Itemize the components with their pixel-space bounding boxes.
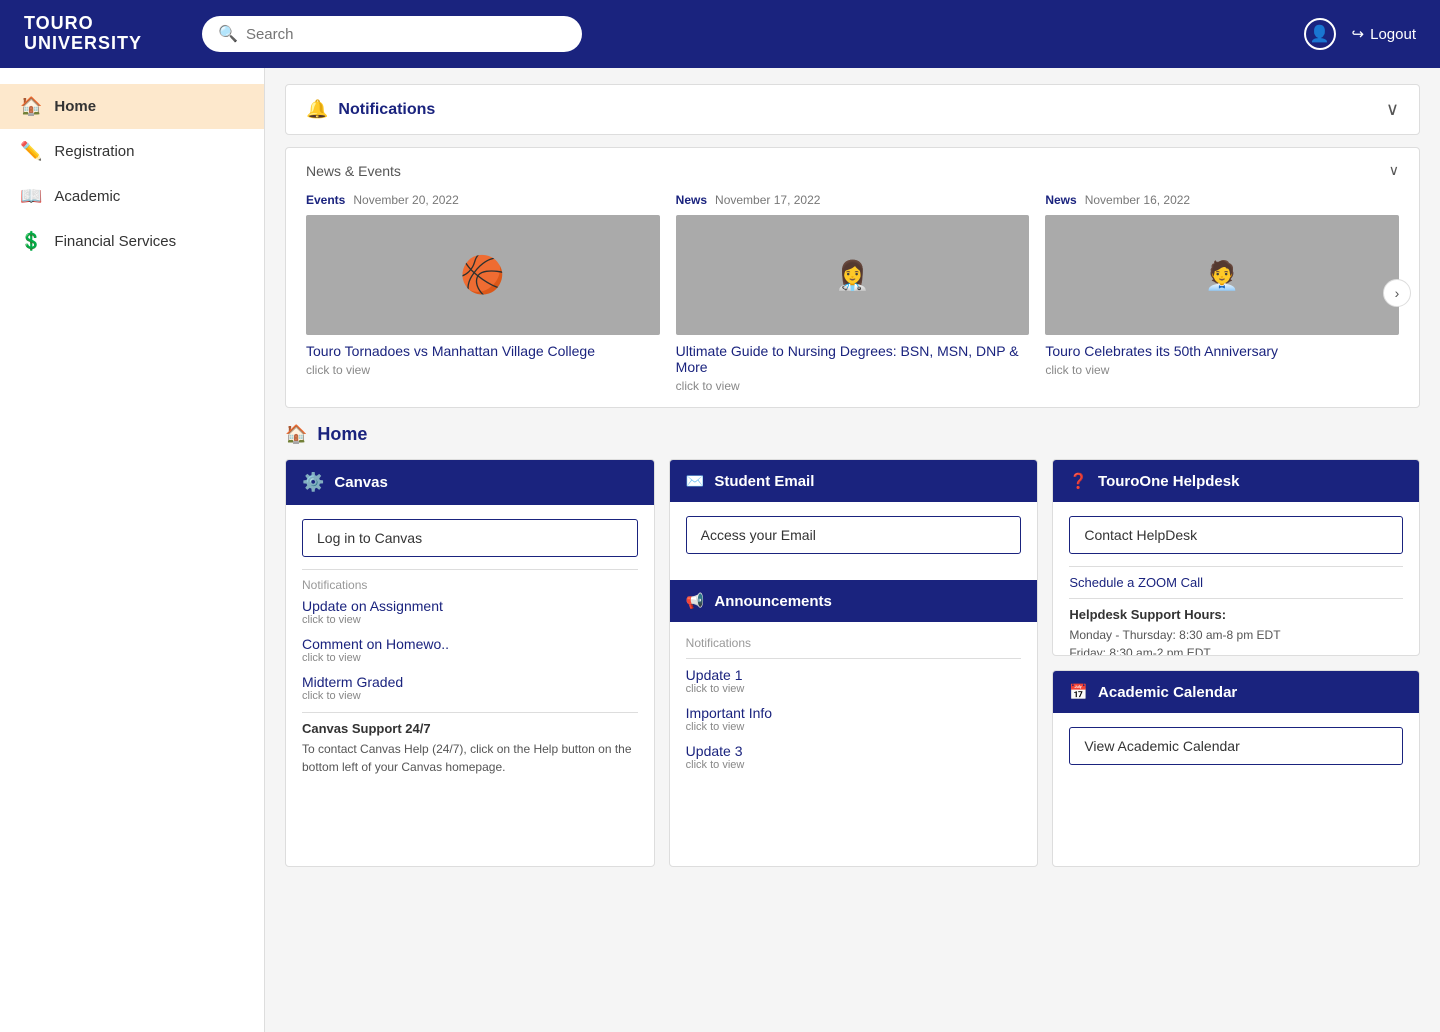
news-next-arrow[interactable]: ›: [1383, 279, 1411, 307]
header: TOURO UNIVERSITY 🔍 👤 ↪ Logout: [0, 0, 1440, 68]
logout-arrow-icon: ↪: [1352, 25, 1365, 43]
news-cards-container: Events November 20, 2022 🏀 Touro Tornado…: [306, 193, 1399, 393]
academic-calendar-body: View Academic Calendar: [1053, 713, 1419, 791]
calendar-icon: 📅: [1069, 683, 1088, 701]
academic-icon: 📖: [20, 186, 42, 207]
sidebar-item-financial[interactable]: 💲 Financial Services: [0, 219, 264, 264]
helpdesk-widget: ❓ TouroOne Helpdesk Contact HelpDesk Sch…: [1052, 459, 1420, 656]
notifications-title-area: 🔔 Notifications: [306, 99, 435, 120]
search-icon: 🔍: [218, 24, 238, 44]
logout-button[interactable]: ↪ Logout: [1352, 25, 1416, 43]
header-right: 👤 ↪ Logout: [1304, 18, 1416, 50]
registration-icon: ✏️: [20, 141, 42, 162]
news-card-1[interactable]: Events November 20, 2022 🏀 Touro Tornado…: [306, 193, 660, 393]
student-email-header: ✉️ Student Email: [670, 460, 1038, 502]
student-email-body: Access your Email: [670, 502, 1038, 580]
notifications-bar[interactable]: 🔔 Notifications ∨: [285, 84, 1420, 135]
home-section-header: 🏠 Home: [285, 424, 1420, 445]
sidebar: 🏠 Home ✏️ Registration 📖 Academic 💲 Fina…: [0, 68, 265, 1032]
email-icon: ✉️: [686, 472, 705, 490]
announcements-header: 📢 Announcements: [670, 580, 1038, 622]
announcements-icon: 📢: [686, 592, 705, 610]
news-chevron[interactable]: ∨: [1389, 162, 1399, 179]
sidebar-item-academic[interactable]: 📖 Academic: [0, 174, 264, 219]
card-img-3: 🧑‍💼: [1045, 215, 1399, 335]
search-input[interactable]: [246, 26, 566, 43]
canvas-notif-1[interactable]: Update on Assignment click to view: [302, 598, 638, 626]
access-email-button[interactable]: Access your Email: [686, 516, 1022, 554]
helpdesk-icon: ❓: [1069, 472, 1088, 490]
contact-helpdesk-button[interactable]: Contact HelpDesk: [1069, 516, 1403, 554]
view-academic-calendar-button[interactable]: View Academic Calendar: [1069, 727, 1403, 765]
sidebar-item-registration[interactable]: ✏️ Registration: [0, 129, 264, 174]
canvas-notif-3[interactable]: Midterm Graded click to view: [302, 674, 638, 702]
logo: TOURO UNIVERSITY: [24, 14, 142, 54]
home-section-icon: 🏠: [285, 424, 307, 445]
canvas-widget-header: ⚙️ Canvas: [286, 460, 654, 505]
main-content: 🔔 Notifications ∨ News & Events ∨ Events…: [265, 68, 1440, 1032]
schedule-zoom-link[interactable]: Schedule a ZOOM Call: [1069, 575, 1403, 590]
widget-row: ⚙️ Canvas Log in to Canvas Notifications…: [285, 459, 1420, 867]
canvas-login-button[interactable]: Log in to Canvas: [302, 519, 638, 557]
academic-calendar-header: 📅 Academic Calendar: [1053, 671, 1419, 713]
news-events-section: News & Events ∨ Events November 20, 2022…: [285, 147, 1420, 408]
sidebar-item-home[interactable]: 🏠 Home: [0, 84, 264, 129]
canvas-support: Canvas Support 24/7 To contact Canvas He…: [302, 721, 638, 776]
financial-icon: 💲: [20, 231, 42, 252]
announce-notif-1[interactable]: Update 1 click to view: [686, 667, 1022, 695]
support-hours-title: Helpdesk Support Hours:: [1069, 607, 1403, 622]
announce-notif-2[interactable]: Important Info click to view: [686, 705, 1022, 733]
canvas-widget: ⚙️ Canvas Log in to Canvas Notifications…: [285, 459, 655, 867]
academic-calendar-widget: 📅 Academic Calendar View Academic Calend…: [1052, 670, 1420, 867]
news-card-2[interactable]: News November 17, 2022 👩‍⚕️ Ultimate Gui…: [676, 193, 1030, 393]
student-email-widget: ✉️ Student Email Access your Email 📢 Ann…: [669, 459, 1039, 867]
bell-icon: 🔔: [306, 99, 328, 120]
support-hours-text: Monday - Thursday: 8:30 am-8 pm EDT Frid…: [1069, 626, 1403, 656]
news-card-3[interactable]: News November 16, 2022 🧑‍💼 Touro Celebra…: [1045, 193, 1399, 393]
canvas-icon: ⚙️: [302, 472, 324, 493]
canvas-notif-2[interactable]: Comment on Homewo.. click to view: [302, 636, 638, 664]
page-layout: 🏠 Home ✏️ Registration 📖 Academic 💲 Fina…: [0, 68, 1440, 1032]
news-header: News & Events ∨: [306, 162, 1399, 179]
user-icon[interactable]: 👤: [1304, 18, 1336, 50]
helpdesk-header: ❓ TouroOne Helpdesk: [1053, 460, 1419, 502]
helpdesk-body: Contact HelpDesk Schedule a ZOOM Call He…: [1053, 502, 1419, 656]
announcements-body: Notifications Update 1 click to view Imp…: [670, 622, 1038, 795]
announce-notif-3[interactable]: Update 3 click to view: [686, 743, 1022, 771]
search-bar[interactable]: 🔍: [202, 16, 582, 52]
logo-text: TOURO UNIVERSITY: [24, 14, 142, 54]
home-icon: 🏠: [20, 96, 42, 117]
card-img-2: 👩‍⚕️: [676, 215, 1030, 335]
canvas-widget-body: Log in to Canvas Notifications Update on…: [286, 505, 654, 800]
notifications-chevron[interactable]: ∨: [1386, 99, 1399, 120]
card-img-1: 🏀: [306, 215, 660, 335]
